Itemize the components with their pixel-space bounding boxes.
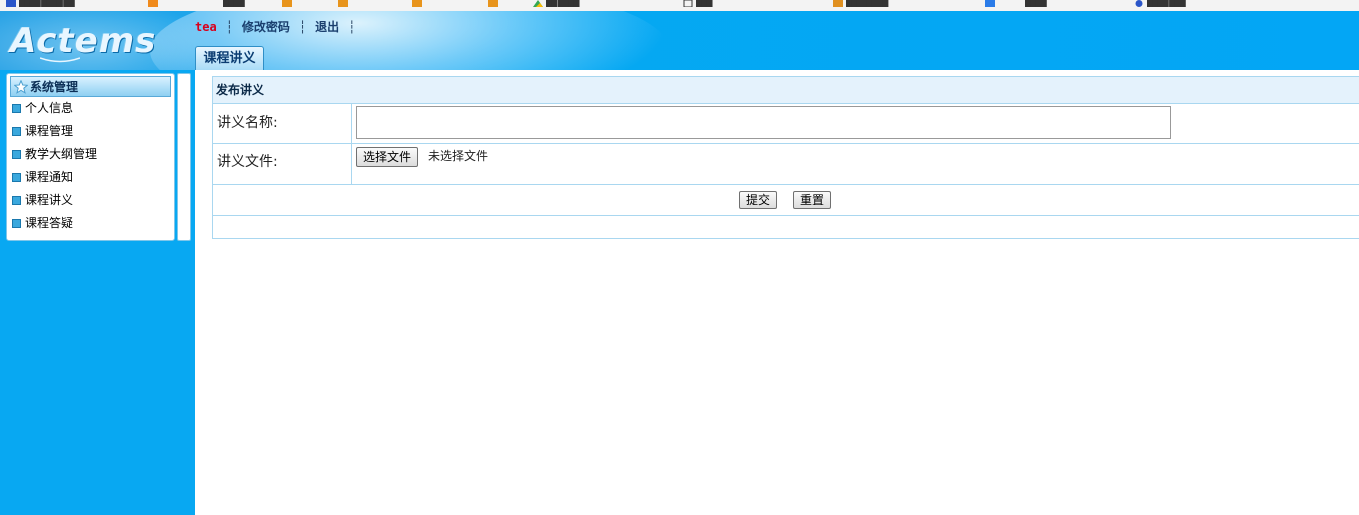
- submit-button[interactable]: 提交: [739, 191, 778, 209]
- app-logo: Actems: [10, 21, 157, 61]
- sidebar-title[interactable]: 系统管理: [10, 76, 171, 97]
- bookmark-item[interactable]: ██ ████: [533, 0, 616, 9]
- bookmark-icon: [833, 0, 843, 7]
- square-bullet-icon: [12, 219, 21, 228]
- nav-separator: ┆: [348, 20, 356, 34]
- bookmark-icon: [6, 0, 16, 7]
- bookmark-item[interactable]: [488, 0, 498, 9]
- handout-name-label: 讲义名称:: [213, 104, 352, 143]
- logout-link[interactable]: 退出: [315, 20, 339, 34]
- bookmark-item[interactable]: [148, 0, 158, 9]
- bookmark-item[interactable]: ████: [220, 0, 263, 9]
- handout-name-cell: [352, 104, 1359, 143]
- nav-separator: ┆: [298, 20, 307, 34]
- sidebar-menu: 系统管理 个人信息 课程管理 教学大纲管理 课程通知 课程讲义 课程答疑: [6, 73, 175, 241]
- left-column: 系统管理 个人信息 课程管理 教学大纲管理 课程通知 课程讲义 课程答疑: [0, 70, 195, 515]
- app-header: Actems tea ┆ 修改密码 ┆ 退出 ┆ 课程讲义: [0, 11, 1359, 70]
- square-bullet-icon: [12, 196, 21, 205]
- handout-file-row: 讲义文件: 选择文件 未选择文件: [213, 144, 1359, 185]
- sidebar-item-syllabus-management[interactable]: 教学大纲管理: [11, 147, 97, 170]
- sidebar-item-course-management[interactable]: 课程管理: [11, 124, 97, 147]
- document-icon: [683, 0, 693, 7]
- change-password-link[interactable]: 修改密码: [242, 20, 290, 34]
- globe-icon: [1135, 0, 1143, 7]
- square-bullet-icon: [12, 127, 21, 136]
- bookmark-item[interactable]: ███: [683, 0, 736, 9]
- sidebar-item-label: 教学大纲管理: [25, 147, 98, 161]
- sidebar-item-label: 课程通知: [25, 170, 74, 184]
- tab-course-handouts[interactable]: 课程讲义: [195, 46, 264, 70]
- bookmark-item[interactable]: ████████: [833, 0, 956, 9]
- reset-button[interactable]: 重置: [793, 191, 832, 209]
- nav-separator: ┆: [225, 20, 233, 34]
- top-nav: tea ┆ 修改密码 ┆ 退出 ┆: [195, 20, 364, 34]
- square-bullet-icon: [12, 104, 21, 113]
- bookmark-item[interactable]: [412, 0, 422, 9]
- sidebar-item-label: 课程答疑: [25, 216, 74, 230]
- file-status-text: 未选择文件: [428, 149, 489, 163]
- bookmark-item[interactable]: ████ ███: [1134, 0, 1237, 9]
- current-user: tea: [195, 20, 217, 34]
- panel-title: 发布讲义: [213, 77, 1359, 104]
- square-bullet-icon: [12, 173, 21, 182]
- bookmark-item[interactable]: ████: [985, 0, 1075, 9]
- bookmark-icon: [985, 0, 995, 7]
- publish-handout-panel: 发布讲义 讲义名称: 讲义文件: 选择文件 未选择文件 提交 重置: [212, 76, 1359, 239]
- bookmark-icon: [338, 0, 348, 7]
- handout-name-row: 讲义名称:: [213, 104, 1359, 144]
- sidebar-scrollbar[interactable]: [177, 73, 191, 241]
- handout-file-cell: 选择文件 未选择文件: [352, 144, 1359, 184]
- scrollbar-thumb[interactable]: [180, 76, 188, 238]
- handout-file-label: 讲义文件:: [213, 144, 352, 184]
- sidebar-title-label: 系统管理: [30, 80, 79, 94]
- bookmark-icon: [282, 0, 292, 7]
- bookmark-item[interactable]: [338, 0, 348, 9]
- sidebar-item-course-handouts[interactable]: 课程讲义: [11, 193, 97, 216]
- sidebar-item-course-qa[interactable]: 课程答疑: [11, 216, 97, 239]
- sidebar-item-label: 课程讲义: [25, 193, 74, 207]
- form-actions-row: 提交 重置: [213, 185, 1359, 216]
- bookmark-icon: [488, 0, 498, 7]
- bookmark-icon: [148, 0, 158, 7]
- sidebar-list: 个人信息 课程管理 教学大纲管理 课程通知 课程讲义 课程答疑: [11, 101, 97, 239]
- handout-name-input[interactable]: [356, 106, 1171, 139]
- bookmark-item[interactable]: ████ ████ ██: [6, 0, 139, 9]
- bookmark-item[interactable]: [282, 0, 292, 9]
- sidebar-item-label: 个人信息: [25, 101, 74, 115]
- sidebar-item-course-notices[interactable]: 课程通知: [11, 170, 97, 193]
- logo-swoosh-icon: [40, 57, 80, 63]
- drive-icon: [533, 0, 543, 7]
- square-bullet-icon: [12, 150, 21, 159]
- bookmark-icon: [412, 0, 422, 7]
- sidebar-item-label: 课程管理: [25, 124, 74, 138]
- sidebar-item-personal-info[interactable]: 个人信息: [11, 101, 97, 124]
- star-icon: [14, 79, 28, 94]
- choose-file-button[interactable]: 选择文件: [356, 147, 419, 167]
- empty-footer-row: [213, 216, 1359, 238]
